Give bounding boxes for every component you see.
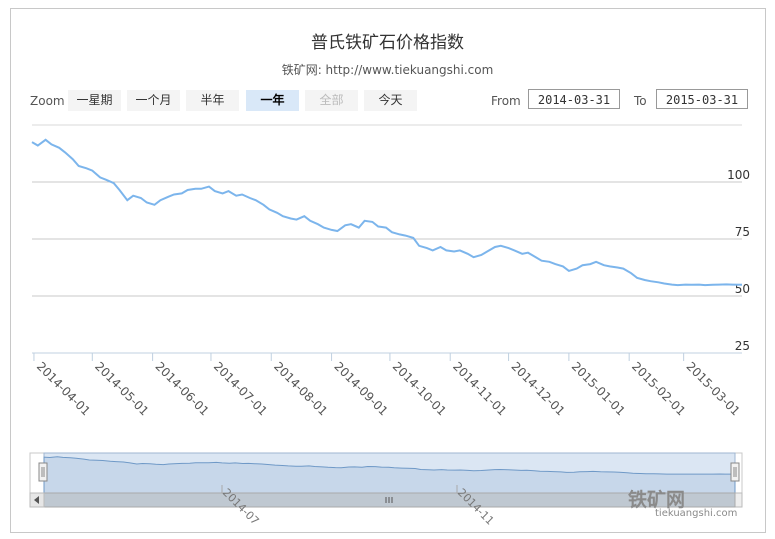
watermark-url: tiekuangshi.com xyxy=(655,508,738,519)
x-tick-label: 2014-09-01 xyxy=(331,359,390,418)
x-tick-label: 2015-01-01 xyxy=(569,359,628,418)
y-tick-label: 75 xyxy=(735,225,750,239)
x-tick-label: 2014-04-01 xyxy=(34,359,93,418)
x-axis: 2014-04-01 2014-05-01 2014-06-01 2014-07-01… xyxy=(32,352,743,418)
x-tick-label: 2015-03-01 xyxy=(684,359,743,418)
navigator-handle-left[interactable] xyxy=(38,462,48,482)
y-tick-label: 25 xyxy=(735,339,750,353)
y-axis: 255075100 xyxy=(727,168,750,353)
navigator-handle-right[interactable] xyxy=(730,462,740,482)
y-tick-label: 100 xyxy=(727,168,750,182)
x-tick-label: 2014-05-01 xyxy=(92,359,151,418)
x-tick-label: 2014-07-01 xyxy=(211,359,270,418)
x-tick-label: 2014-08-01 xyxy=(271,359,330,418)
x-tick-label: 2014-12-01 xyxy=(508,359,567,418)
x-tick-label: 2014-06-01 xyxy=(152,359,211,418)
series-line xyxy=(31,138,743,287)
x-tick-label: 2015-02-01 xyxy=(629,359,688,418)
x-tick-label: 2014-11-01 xyxy=(450,359,509,418)
price-chart: 255075100 2014-04-01 2014-05-01 2014-06-01… xyxy=(29,124,750,528)
x-tick-label: 2014-10-01 xyxy=(390,359,449,418)
grid-lines xyxy=(32,124,742,354)
